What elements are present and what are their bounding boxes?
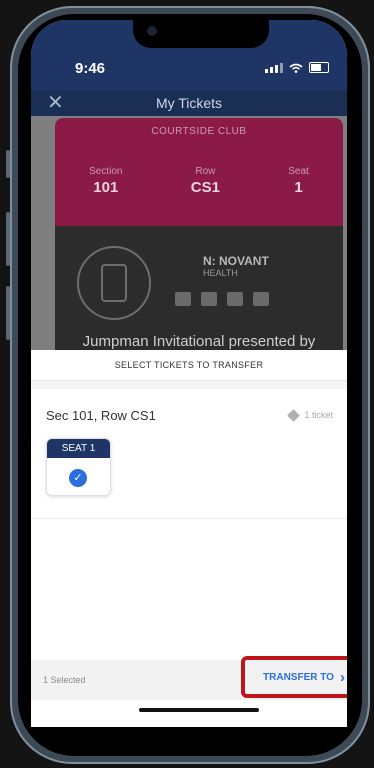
field-value: 1: [294, 179, 303, 196]
team-logo-icon: [175, 292, 191, 306]
ticket-field-section: Section 101: [89, 166, 122, 196]
camera-icon: [147, 26, 157, 36]
field-label: Row: [195, 166, 216, 177]
ticket-group-label: Sec 101, Row CS1: [46, 408, 156, 423]
event-logo-icon: [77, 246, 151, 320]
team-logo-icon: [201, 292, 217, 306]
team-logo-icon: [253, 292, 269, 306]
volume-up-button: [6, 212, 10, 266]
field-label: Section: [89, 166, 123, 177]
ticket-field-seat: Seat 1: [288, 166, 309, 196]
team-logos: [175, 292, 269, 306]
event-title: Jumpman Invitational presented by: [82, 333, 316, 350]
home-indicator: [139, 708, 259, 712]
mute-switch: [6, 150, 10, 178]
divider: [31, 381, 347, 389]
ticket-name: COURTSIDE CLUB: [151, 126, 247, 137]
wifi-icon: [289, 63, 303, 73]
ticket-card: COURTSIDE CLUB Section 101 Row CS1 Seat …: [55, 118, 343, 350]
transfer-sheet: SELECT TICKETS TO TRANSFER Sec 101, Row …: [31, 350, 347, 727]
field-value: CS1: [190, 179, 220, 196]
field-value: 101: [93, 179, 119, 196]
seat-card[interactable]: SEAT 1 ✓: [46, 438, 111, 496]
ticket-tag-icon: [287, 408, 301, 422]
notch: [133, 20, 269, 48]
ticket-field-row: Row CS1: [191, 166, 220, 196]
transfer-to-button[interactable]: TRANSFER TO ›: [241, 656, 347, 698]
phone-screen: 9:46 ✕ My Tickets COURTSIDE CLUB Section…: [31, 20, 347, 727]
selected-count: 1 Selected: [43, 675, 86, 685]
ticket-fields: Section 101 Row CS1 Seat 1: [55, 166, 343, 196]
chevron-right-icon: ›: [339, 668, 345, 686]
ticket-count-label: 1 ticket: [304, 410, 333, 420]
page-title: My Tickets: [155, 95, 223, 111]
transfer-footer: 1 Selected TRANSFER TO ›: [31, 656, 347, 700]
sheet-title: SELECT TICKETS TO TRANSFER: [31, 350, 347, 381]
signal-icon: [265, 62, 283, 73]
app-header: ✕ My Tickets: [31, 90, 347, 116]
seat-label: SEAT 1: [47, 439, 110, 458]
event-artwork: N: NOVANT HEALTH Jumpman Invitational pr…: [55, 226, 343, 350]
checkmark-icon: ✓: [69, 469, 87, 487]
volume-down-button: [6, 286, 10, 340]
transfer-to-label: TRANSFER TO: [263, 671, 334, 683]
sponsor-logo: N: NOVANT: [203, 254, 269, 268]
status-icons: [265, 62, 329, 73]
background-app: 9:46 ✕ My Tickets COURTSIDE CLUB Section…: [31, 20, 347, 350]
field-label: Seat: [288, 166, 309, 177]
ticket-count: 1 ticket: [287, 408, 333, 422]
battery-icon: [309, 62, 329, 73]
divider: [31, 518, 347, 519]
team-logo-icon: [227, 292, 243, 306]
sponsor-logo-sub: HEALTH: [203, 268, 238, 278]
status-time: 9:46: [75, 60, 106, 77]
